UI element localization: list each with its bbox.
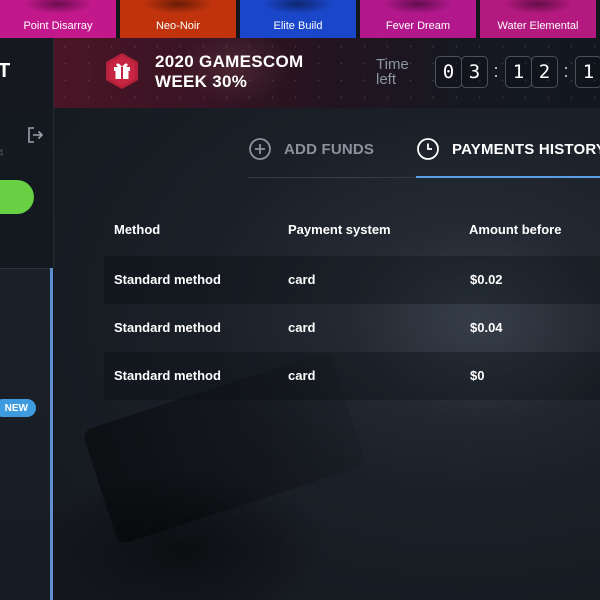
cell-method: Standard method xyxy=(114,320,221,335)
timer-label: Time left xyxy=(376,57,426,87)
column-header-method: Method xyxy=(114,222,161,237)
timer-digit: 0 xyxy=(435,56,462,88)
case-tab-elite-build[interactable]: Elite Build xyxy=(240,0,356,38)
column-header-payment-system: Payment system xyxy=(288,222,391,237)
background-shadow xyxy=(54,468,334,600)
case-tab-fever-dream[interactable]: Fever Dream xyxy=(360,0,476,38)
case-image xyxy=(503,0,573,14)
case-tab-water-elemental[interactable]: Water Elemental xyxy=(480,0,596,38)
user-subtext: 4 xyxy=(0,148,4,159)
sidebar-header: T xyxy=(0,38,54,108)
timer-digit: 2 xyxy=(531,56,558,88)
cell-payment-system: card xyxy=(288,272,316,287)
clock-icon xyxy=(417,138,439,160)
funds-tabs: ADD FUNDS PAYMENTS HISTORY xyxy=(248,120,600,178)
tab-payments-history[interactable]: PAYMENTS HISTORY xyxy=(416,120,600,178)
logout-icon[interactable] xyxy=(26,126,44,144)
case-image xyxy=(383,0,453,14)
cell-amount-before: $0.02 xyxy=(470,272,503,287)
cell-payment-system: card xyxy=(288,368,316,383)
logo[interactable]: T xyxy=(0,60,10,83)
cell-payment-system: card xyxy=(288,320,316,335)
promo-title-line1: 2020 GAMESCOM xyxy=(155,52,304,71)
timer-digit: 3 xyxy=(461,56,488,88)
case-tab-label: Fever Dream xyxy=(385,20,451,32)
timer-label-line1: Time xyxy=(376,56,409,73)
case-strip: Point Disarray Neo-Noir Elite Build Feve… xyxy=(0,0,600,38)
cell-method: Standard method xyxy=(114,368,221,383)
column-header-amount-before: Amount before xyxy=(469,222,562,237)
case-image xyxy=(143,0,213,14)
tab-payments-history-label: PAYMENTS HISTORY xyxy=(452,140,600,158)
case-tab-label: Water Elemental xyxy=(497,20,579,32)
cell-amount-before: $0.04 xyxy=(470,320,503,335)
timer-label-line2: left xyxy=(376,71,397,88)
tab-add-funds-label: ADD FUNDS xyxy=(284,140,375,158)
promo-title-line2: WEEK 30% xyxy=(155,72,248,91)
timer-digit: 1 xyxy=(575,56,600,88)
case-tab-label: Point Disarray xyxy=(23,20,93,32)
case-tab-label: Neo-Noir xyxy=(155,20,200,32)
case-image xyxy=(263,0,333,14)
new-badge: NEW xyxy=(0,399,36,417)
cell-amount-before: $0 xyxy=(470,368,485,383)
case-tab-label: Elite Build xyxy=(273,20,323,32)
table-row: Standard method card $0.02 xyxy=(104,256,600,304)
case-tab-neo-noir[interactable]: Neo-Noir xyxy=(120,0,236,38)
table-row: Standard method card $0.04 xyxy=(104,304,600,352)
cell-method: Standard method xyxy=(114,272,221,287)
timer-digit: 1 xyxy=(505,56,532,88)
tab-add-funds[interactable]: ADD FUNDS xyxy=(248,120,374,178)
case-image xyxy=(23,0,93,14)
sidebar-scrollbar[interactable] xyxy=(50,268,53,600)
sidebar-menu xyxy=(0,268,52,600)
case-tab-point-disarray[interactable]: Point Disarray xyxy=(0,0,116,38)
table-row: Standard method card $0 xyxy=(104,352,600,400)
deposit-button[interactable] xyxy=(0,180,34,214)
timer-separator: : xyxy=(563,61,569,81)
active-tab-indicator xyxy=(416,176,600,178)
gift-icon xyxy=(106,53,138,89)
plus-circle-icon xyxy=(249,138,271,160)
timer-separator: : xyxy=(493,61,499,81)
promo-title[interactable]: 2020 GAMESCOM WEEK 30% xyxy=(155,52,345,92)
